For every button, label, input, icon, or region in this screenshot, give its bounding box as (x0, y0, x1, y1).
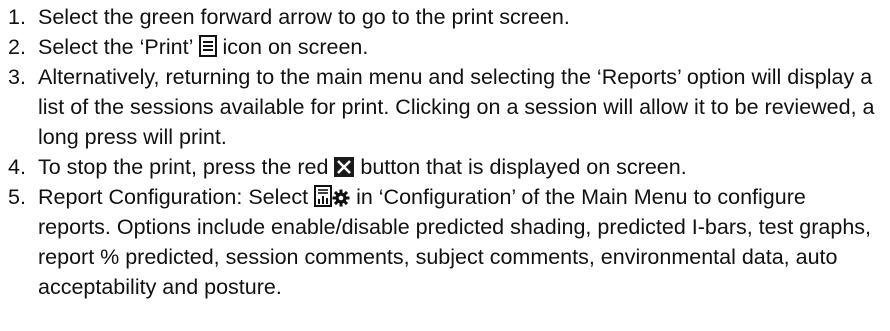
print-document-icon (198, 35, 217, 57)
list-item: 5. Report Configuration: Select in ‘Conf… (8, 182, 890, 302)
step-text-before: Select the ‘Print’ (38, 35, 193, 59)
step-text-after: button that is displayed on screen. (360, 155, 687, 179)
list-item: 1. Select the green forward arrow to go … (8, 2, 890, 32)
step-number: 5. (8, 185, 26, 209)
step-number: 3. (8, 65, 26, 89)
step-number: 2. (8, 35, 26, 59)
gear-icon (332, 189, 350, 207)
instruction-list: 1. Select the green forward arrow to go … (8, 2, 890, 302)
instructions-document: 1. Select the green forward arrow to go … (0, 0, 890, 302)
report-config-icon (314, 185, 333, 207)
list-item: 3. Alternatively, returning to the main … (8, 62, 890, 152)
list-item: 2. Select the ‘Print’ icon on screen. (8, 32, 890, 62)
list-item: 4. To stop the print, press the red butt… (8, 152, 890, 182)
step-text-after: icon on screen. (222, 35, 369, 59)
step-text-before: Report Configuration: Select (38, 185, 309, 209)
step-text: Select the green forward arrow to go to … (38, 5, 570, 29)
step-number: 1. (8, 5, 26, 29)
stop-x-icon (334, 157, 355, 177)
step-number: 4. (8, 155, 26, 179)
step-text-before: To stop the print, press the red (38, 155, 329, 179)
step-text: Alternatively, returning to the main men… (38, 65, 875, 149)
